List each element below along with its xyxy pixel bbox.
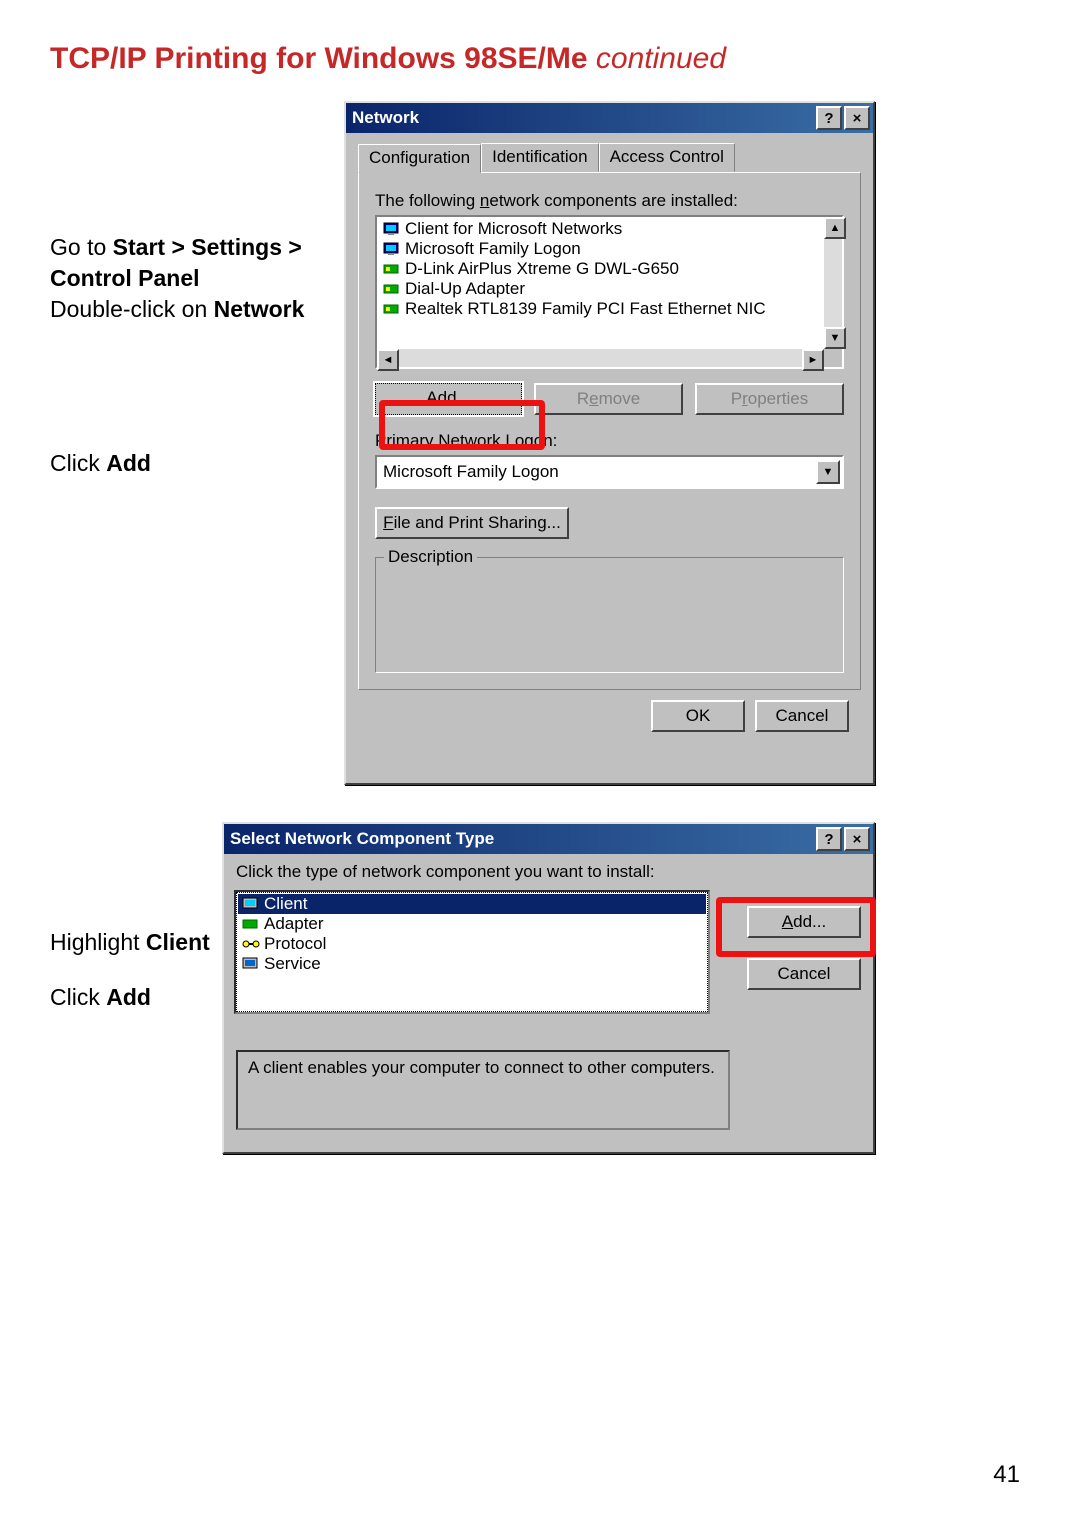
scroll-down-button[interactable]: ▼: [824, 327, 846, 349]
page-title-main: TCP/IP Printing for Windows 98SE/Me: [50, 42, 588, 75]
instruction-2: Click Add: [50, 448, 151, 479]
remove-button[interactable]: Remove: [534, 383, 683, 415]
list-item-label: Client for Microsoft Networks: [405, 219, 622, 239]
add-button[interactable]: Add...: [747, 906, 861, 938]
instr3-pre: Click: [50, 450, 106, 476]
instruction-1: Go to Start > Settings > Control Panel D…: [50, 232, 330, 325]
list-item[interactable]: Dial-Up Adapter: [379, 279, 822, 299]
tab-strip: Configuration Identification Access Cont…: [358, 143, 861, 172]
primary-logon-dropdown[interactable]: Microsoft Family Logon ▼: [375, 455, 844, 489]
list-item-label: Adapter: [264, 914, 324, 934]
close-icon: ×: [853, 831, 862, 848]
description-box: A client enables your computer to connec…: [236, 1050, 730, 1130]
close-button[interactable]: ×: [844, 827, 870, 851]
chevron-down-icon: ▼: [823, 466, 834, 478]
list-item[interactable]: Client for Microsoft Networks: [379, 219, 822, 239]
primary-logon-label: Primary Network Logon:: [375, 431, 844, 451]
adapter-icon: [381, 280, 403, 298]
list-item-label: Service: [264, 954, 321, 974]
list-item-label: Dial-Up Adapter: [405, 279, 525, 299]
scroll-corner: [824, 349, 842, 367]
network-title: Network: [352, 108, 814, 128]
list-item-label: D-Link AirPlus Xtreme G DWL-G650: [405, 259, 679, 279]
file-print-sharing-button[interactable]: File and Print Sharing...: [375, 507, 569, 539]
instr4-bold: Client: [146, 929, 210, 955]
instr4-pre: Highlight: [50, 929, 146, 955]
instr2-bold: Network: [214, 296, 305, 322]
page-title: TCP/IP Printing for Windows 98SE/Me cont…: [50, 42, 726, 76]
adapter-icon: [381, 300, 403, 318]
properties-button[interactable]: Properties: [695, 383, 844, 415]
instr2-pre: Double-click on: [50, 296, 214, 322]
client-icon: [240, 895, 262, 913]
help-icon: ?: [824, 831, 833, 848]
instruction-3: Highlight Client: [50, 927, 210, 958]
client-icon: [381, 220, 403, 238]
list-item-protocol[interactable]: Protocol: [238, 934, 706, 954]
network-titlebar[interactable]: Network ? ×: [346, 103, 873, 133]
instr3-bold: Add: [106, 450, 151, 476]
up-icon: ▲: [830, 222, 841, 234]
close-icon: ×: [853, 110, 862, 127]
network-dialog: Network ? × Configuration Identification…: [344, 101, 875, 785]
page-number: 41: [993, 1461, 1020, 1489]
ok-button[interactable]: OK: [651, 700, 745, 732]
tab-identification[interactable]: Identification: [481, 143, 598, 172]
cancel-button[interactable]: Cancel: [755, 700, 849, 732]
cancel-button[interactable]: Cancel: [747, 958, 861, 990]
help-button[interactable]: ?: [816, 106, 842, 130]
protocol-icon: [240, 935, 262, 953]
list-item[interactable]: D-Link AirPlus Xtreme G DWL-G650: [379, 259, 822, 279]
scroll-right-button[interactable]: ►: [802, 349, 824, 371]
description-text: A client enables your computer to connec…: [248, 1058, 715, 1077]
vertical-scrollbar[interactable]: ▲ ▼: [824, 217, 842, 349]
instr5-bold: Add: [106, 984, 151, 1010]
list-item[interactable]: Realtek RTL8139 Family PCI Fast Ethernet…: [379, 299, 822, 319]
components-label: The following network components are ins…: [375, 191, 844, 211]
primary-logon-value: Microsoft Family Logon: [383, 462, 816, 482]
instruction-4: Click Add: [50, 982, 151, 1013]
adapter-icon: [240, 915, 262, 933]
select-titlebar[interactable]: Select Network Component Type ? ×: [224, 824, 873, 854]
description-group-title: Description: [384, 547, 477, 567]
list-item[interactable]: Microsoft Family Logon: [379, 239, 822, 259]
dropdown-arrow[interactable]: ▼: [816, 460, 840, 484]
instr1-pre: Go to: [50, 234, 113, 260]
list-item-service[interactable]: Service: [238, 954, 706, 974]
left-icon: ◄: [383, 354, 394, 366]
select-prompt: Click the type of network component you …: [236, 862, 861, 882]
scroll-left-button[interactable]: ◄: [377, 349, 399, 371]
tab-panel-configuration: The following network components are ins…: [358, 172, 861, 690]
list-item-label: Protocol: [264, 934, 326, 954]
page-title-cont: continued: [588, 42, 726, 75]
right-icon: ►: [808, 354, 819, 366]
add-button[interactable]: Add...: [375, 383, 522, 415]
instr5-pre: Click: [50, 984, 106, 1010]
list-item-adapter[interactable]: Adapter: [238, 914, 706, 934]
service-icon: [240, 955, 262, 973]
help-icon: ?: [824, 110, 833, 127]
component-type-listbox[interactable]: Client Adapter Protocol Service: [236, 892, 708, 1012]
list-item-client[interactable]: Client: [238, 894, 706, 914]
horizontal-scrollbar[interactable]: ◄ ►: [377, 349, 824, 367]
components-listbox[interactable]: Client for Microsoft Networks Microsoft …: [375, 215, 844, 369]
client-icon: [381, 240, 403, 258]
list-item-label: Microsoft Family Logon: [405, 239, 581, 259]
list-item-label: Realtek RTL8139 Family PCI Fast Ethernet…: [405, 299, 766, 319]
down-icon: ▼: [830, 332, 841, 344]
list-item-label: Client: [264, 894, 307, 914]
select-component-dialog: Select Network Component Type ? × Click …: [222, 822, 875, 1154]
close-button[interactable]: ×: [844, 106, 870, 130]
help-button[interactable]: ?: [816, 827, 842, 851]
tab-access-control[interactable]: Access Control: [599, 143, 735, 172]
select-title: Select Network Component Type: [230, 829, 814, 849]
adapter-icon: [381, 260, 403, 278]
tab-configuration[interactable]: Configuration: [358, 144, 481, 173]
scroll-up-button[interactable]: ▲: [824, 217, 846, 239]
